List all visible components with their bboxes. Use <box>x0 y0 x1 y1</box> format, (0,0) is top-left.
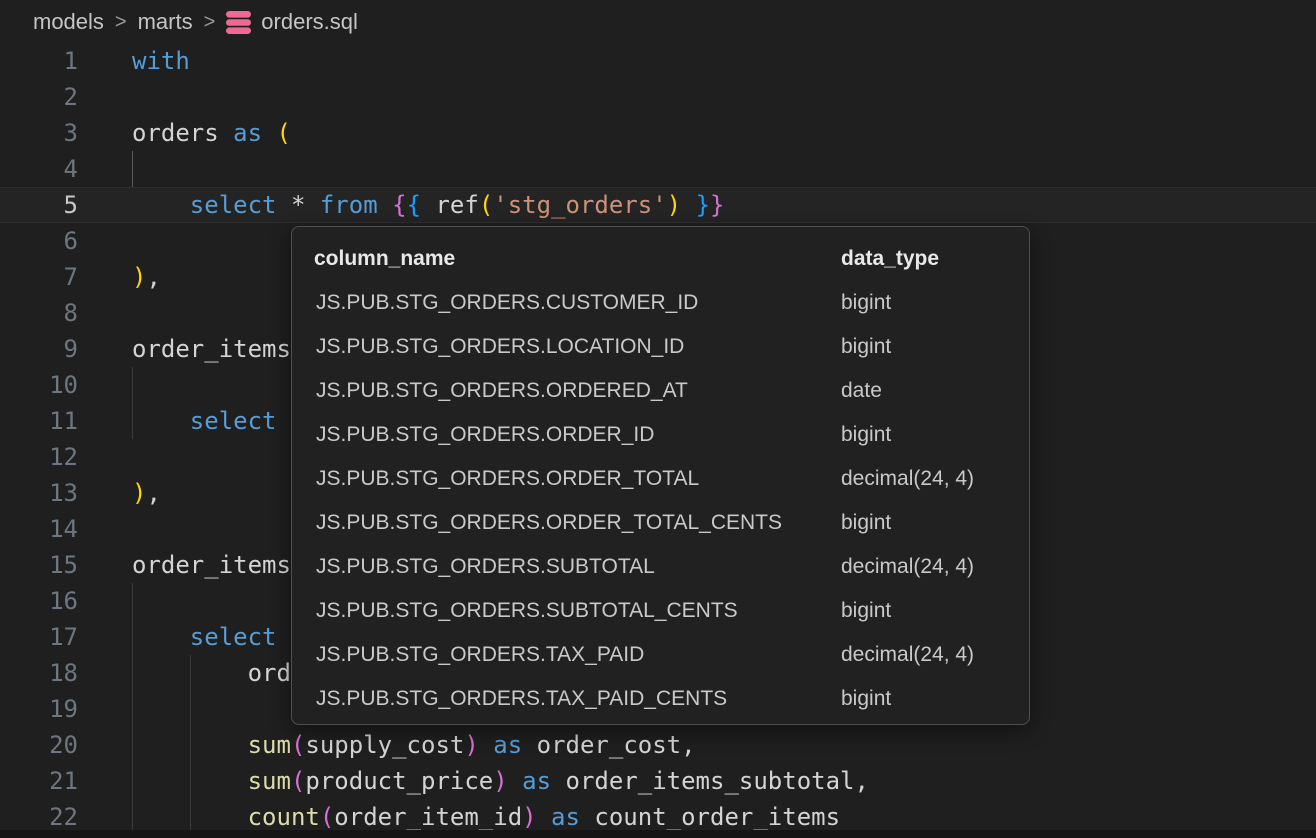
hover-data-type: bigint <box>841 511 891 535</box>
line-number[interactable]: 3 <box>0 115 78 151</box>
line-number[interactable]: 8 <box>0 295 78 331</box>
hover-column-name: JS.PUB.STG_ORDERS.TAX_PAID_CENTS <box>316 687 727 711</box>
code-line[interactable]: 21 sum(product_price) as order_items_sub… <box>0 763 1316 799</box>
breadcrumb-file[interactable]: orders.sql <box>261 9 358 35</box>
hover-col-header-column-name: column_name <box>314 247 455 271</box>
hover-data-type: decimal(24, 4) <box>841 555 974 579</box>
hover-data-type: bigint <box>841 599 891 623</box>
line-text: order_items <box>132 331 291 367</box>
line-number[interactable]: 6 <box>0 223 78 259</box>
breadcrumb-separator: > <box>114 11 128 34</box>
line-text: ), <box>132 259 161 295</box>
hover-data-type: decimal(24, 4) <box>841 467 974 491</box>
line-number[interactable]: 12 <box>0 439 78 475</box>
editor-bottom-strip <box>0 830 1316 838</box>
hover-row: JS.PUB.STG_ORDERS.SUBTOTAL decimal(24, 4) <box>292 545 1029 589</box>
hover-column-name: JS.PUB.STG_ORDERS.TAX_PAID <box>316 643 644 667</box>
hover-row: JS.PUB.STG_ORDERS.ORDER_TOTAL_CENTS bigin… <box>292 501 1029 545</box>
database-icon <box>225 9 252 36</box>
line-number[interactable]: 5 <box>0 187 78 223</box>
line-number[interactable]: 18 <box>0 655 78 691</box>
hover-row: JS.PUB.STG_ORDERS.TAX_PAID_CENTS bigint <box>292 677 1029 721</box>
code-line[interactable]: 3 orders as ( <box>0 115 1316 151</box>
hover-data-type: bigint <box>841 423 891 447</box>
line-number[interactable]: 1 <box>0 43 78 79</box>
hover-data-type: bigint <box>841 291 891 315</box>
breadcrumb-item-marts[interactable]: marts <box>138 9 193 35</box>
code-line[interactable]: 20 sum(supply_cost) as order_cost, <box>0 727 1316 763</box>
line-text: ord <box>132 655 291 691</box>
breadcrumb-separator: > <box>203 11 217 34</box>
hover-header-row: column_name data_type <box>292 237 1029 281</box>
line-text: order_items <box>132 547 291 583</box>
line-text: select <box>132 619 277 655</box>
line-text: with <box>132 43 190 79</box>
hover-column-name: JS.PUB.STG_ORDERS.ORDER_TOTAL <box>316 467 699 491</box>
hover-row: JS.PUB.STG_ORDERS.SUBTOTAL_CENTS bigint <box>292 589 1029 633</box>
hover-data-type: date <box>841 379 882 403</box>
hover-data-type: decimal(24, 4) <box>841 643 974 667</box>
hover-rows: JS.PUB.STG_ORDERS.CUSTOMER_IDbigintJS.PU… <box>292 281 1029 721</box>
hover-column-name: JS.PUB.STG_ORDERS.SUBTOTAL <box>316 555 655 579</box>
line-number[interactable]: 2 <box>0 79 78 115</box>
hover-row: JS.PUB.STG_ORDERS.CUSTOMER_ID bigint <box>292 281 1029 325</box>
code-line[interactable]: 2 <box>0 79 1316 115</box>
line-number[interactable]: 10 <box>0 367 78 403</box>
line-text: ), <box>132 475 161 511</box>
hover-row: JS.PUB.STG_ORDERS.TAX_PAID decimal(24, 4) <box>292 633 1029 677</box>
hover-column-name: JS.PUB.STG_ORDERS.ORDER_ID <box>316 423 654 447</box>
hover-popup: column_name data_type JS.PUB.STG_ORDERS.… <box>291 226 1030 725</box>
line-number[interactable]: 14 <box>0 511 78 547</box>
line-text: select * from {{ ref('stg_orders') }} <box>132 187 724 223</box>
line-text: sum(product_price) as order_items_subtot… <box>132 763 869 799</box>
hover-column-name: JS.PUB.STG_ORDERS.ORDER_TOTAL_CENTS <box>316 511 782 535</box>
code-line[interactable]: 5 select * from {{ ref('stg_orders') }} <box>0 187 1316 223</box>
hover-data-type: bigint <box>841 335 891 359</box>
line-number[interactable]: 4 <box>0 151 78 187</box>
line-number[interactable]: 16 <box>0 583 78 619</box>
hover-col-header-data-type: data_type <box>841 247 939 271</box>
line-number[interactable]: 17 <box>0 619 78 655</box>
line-number[interactable]: 9 <box>0 331 78 367</box>
hover-column-name: JS.PUB.STG_ORDERS.SUBTOTAL_CENTS <box>316 599 738 623</box>
breadcrumb-item-models[interactable]: models <box>33 9 104 35</box>
line-number[interactable]: 19 <box>0 691 78 727</box>
hover-data-type: bigint <box>841 687 891 711</box>
line-number[interactable]: 11 <box>0 403 78 439</box>
line-number[interactable]: 13 <box>0 475 78 511</box>
line-text: sum(supply_cost) as order_cost, <box>132 727 696 763</box>
line-number[interactable]: 7 <box>0 259 78 295</box>
line-text: select <box>132 403 277 439</box>
hover-row: JS.PUB.STG_ORDERS.ORDER_ID bigint <box>292 413 1029 457</box>
hover-row: JS.PUB.STG_ORDERS.ORDERED_AT date <box>292 369 1029 413</box>
line-number[interactable]: 21 <box>0 763 78 799</box>
line-number[interactable]: 15 <box>0 547 78 583</box>
code-line[interactable]: 4 <box>0 151 1316 187</box>
hover-column-name: JS.PUB.STG_ORDERS.CUSTOMER_ID <box>316 291 698 315</box>
hover-column-name: JS.PUB.STG_ORDERS.ORDERED_AT <box>316 379 688 403</box>
line-text: orders as ( <box>132 115 291 151</box>
hover-row: JS.PUB.STG_ORDERS.ORDER_TOTAL decimal(24,… <box>292 457 1029 501</box>
breadcrumb: models > marts > orders.sql <box>0 0 1316 44</box>
code-line[interactable]: 1 with <box>0 43 1316 79</box>
line-number[interactable]: 20 <box>0 727 78 763</box>
hover-row: JS.PUB.STG_ORDERS.LOCATION_ID bigint <box>292 325 1029 369</box>
hover-column-name: JS.PUB.STG_ORDERS.LOCATION_ID <box>316 335 684 359</box>
